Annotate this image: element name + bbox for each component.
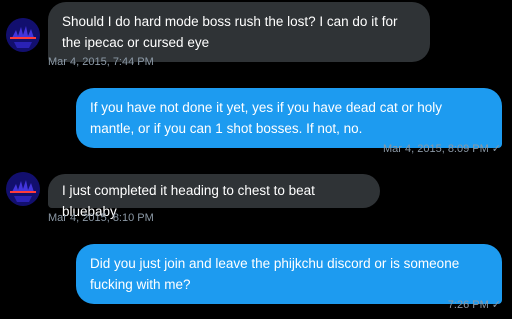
outgoing-message-bubble[interactable]: Did you just join and leave the phijkchu… bbox=[76, 244, 502, 304]
checkmark-icon: ✓ bbox=[491, 298, 501, 311]
avatar[interactable] bbox=[6, 172, 40, 206]
avatar-image-icon bbox=[6, 18, 40, 52]
message-meta: Mar 4, 2015, 8:09 PM ✓ bbox=[383, 142, 501, 155]
incoming-message-bubble[interactable]: I just completed it heading to chest to … bbox=[48, 174, 380, 219]
checkmark-icon: ✓ bbox=[491, 142, 501, 155]
incoming-message-bubble[interactable]: Should I do hard mode boss rush the lost… bbox=[48, 2, 430, 62]
message-timestamp: Mar 4, 2015, 8:10 PM bbox=[48, 212, 154, 224]
outgoing-message-bubble[interactable]: If you have not done it yet, yes if you … bbox=[76, 88, 502, 148]
message-timestamp: Mar 4, 2015, 7:44 PM bbox=[48, 56, 154, 68]
message-timestamp: 7:26 PM bbox=[447, 299, 489, 311]
message-meta: 7:26 PM ✓ bbox=[448, 298, 501, 311]
message-timestamp: Mar 4, 2015, 8:09 PM bbox=[383, 143, 489, 155]
avatar[interactable] bbox=[6, 18, 40, 52]
avatar-image-icon bbox=[6, 172, 40, 206]
